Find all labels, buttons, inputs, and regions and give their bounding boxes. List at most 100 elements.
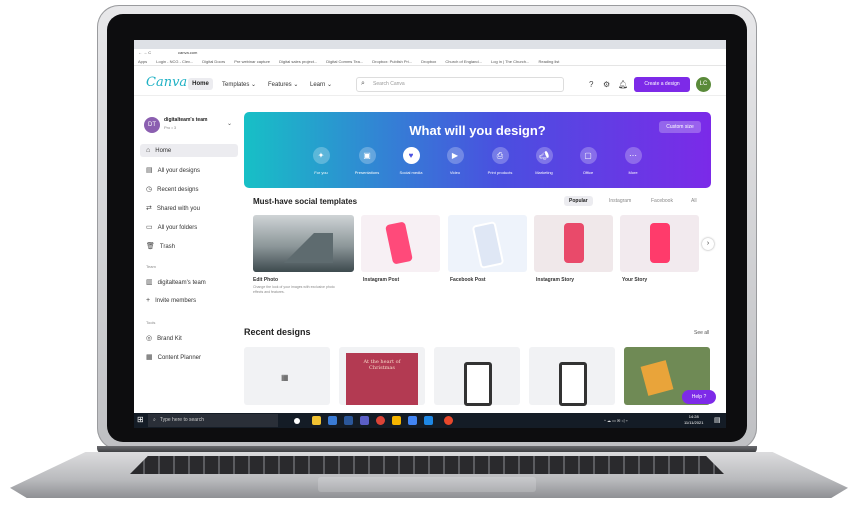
category-video[interactable]: ▶ Video <box>435 147 475 175</box>
filter-all[interactable]: All <box>686 196 702 206</box>
app-icon[interactable] <box>344 416 353 425</box>
sidebar-item-brandkit[interactable]: ◎ Brand Kit <box>146 334 182 342</box>
nav-arrows-icon[interactable]: ← → C <box>138 50 151 55</box>
category-presentations[interactable]: ▣ Presentations <box>347 147 387 175</box>
more-icon: ⋯ <box>624 147 642 164</box>
learn-nav[interactable]: Learn ⌄ <box>310 81 332 88</box>
card-description: Change the look of your images with excl… <box>253 285 335 294</box>
template-card-edit-photo[interactable] <box>253 215 354 272</box>
app-icon[interactable] <box>328 416 337 425</box>
template-card-facebook-post[interactable] <box>448 215 527 272</box>
team-avatar[interactable]: DT <box>144 117 160 133</box>
sidebar-item-planner[interactable]: ▦ Content Planner <box>146 353 201 361</box>
see-all-link[interactable]: See all <box>694 330 709 336</box>
phone-image <box>471 220 505 270</box>
sidebar-item-folders[interactable]: ▭ All your folders <box>146 223 197 231</box>
filter-facebook[interactable]: Facebook <box>646 196 678 206</box>
taskbar-clock[interactable]: 14:28 11/11/2021 <box>684 414 703 426</box>
chevron-right-icon[interactable]: › <box>702 238 714 250</box>
gear-icon[interactable]: ⚙ <box>603 80 610 89</box>
url-text[interactable]: canva.com <box>178 50 197 55</box>
recent-design-card[interactable] <box>529 347 615 406</box>
app-icon[interactable] <box>360 416 369 425</box>
cortana-icon[interactable] <box>294 418 300 424</box>
file-explorer-icon[interactable] <box>312 416 321 425</box>
laptop-keyboard <box>130 456 724 474</box>
sidebar-item-home[interactable]: ⌂ Home <box>146 147 171 154</box>
shared-icon: ⇄ <box>146 205 152 212</box>
sidebar-item-designs[interactable]: ▤ All your designs <box>146 166 200 174</box>
sidebar-item-recent[interactable]: ◷ Recent designs <box>146 185 198 193</box>
home-nav-button[interactable]: Home <box>188 78 213 90</box>
category-for-you[interactable]: ✦ For you <box>301 147 341 175</box>
bookmark[interactable]: Apps <box>138 58 147 66</box>
app-icon[interactable] <box>392 416 401 425</box>
canva-logo[interactable]: Canva <box>146 75 187 90</box>
browser-url-bar[interactable]: ← → C <box>134 49 726 58</box>
bookmark[interactable]: Digital sales project... <box>279 58 317 66</box>
sidebar-item-team[interactable]: ▥ digitalteam's team <box>146 278 206 286</box>
create-design-button[interactable]: Create a design <box>634 77 690 92</box>
filter-instagram[interactable]: Instagram <box>604 196 636 206</box>
plus-icon: + <box>146 297 151 304</box>
app-icon[interactable] <box>408 416 417 425</box>
template-card-instagram-story[interactable] <box>534 215 613 272</box>
presentation-icon: ▣ <box>358 147 376 164</box>
sidebar-item-shared[interactable]: ⇄ Shared with you <box>146 204 200 212</box>
grid-icon: ▦ <box>281 373 289 382</box>
chrome-icon[interactable] <box>376 416 385 425</box>
sidebar-item-invite[interactable]: + Invite members <box>146 297 196 304</box>
category-social-media[interactable]: ♥ Social media <box>391 147 431 175</box>
print-icon: ⎙ <box>491 147 509 164</box>
phone-thumbnail <box>464 362 492 406</box>
notification-icon[interactable]: ▤ <box>714 416 721 424</box>
help-button[interactable]: Help ? <box>682 390 716 404</box>
screen: ← → C canva.com Apps Login - NCG - Clev.… <box>134 40 726 428</box>
bookmarks-bar: Apps Login - NCG - Clev... Digital Doors… <box>134 58 726 66</box>
bookmark[interactable]: Dropbox: Publish Pri... <box>372 58 412 66</box>
template-card-your-story[interactable] <box>620 215 699 272</box>
sidebar-item-trash[interactable]: 🗑︎ Trash <box>146 242 175 250</box>
browser-tab-bar <box>134 40 726 49</box>
help-icon[interactable]: ? <box>589 80 593 89</box>
laptop-trackpad <box>318 477 536 492</box>
features-nav[interactable]: Features ⌄ <box>268 81 298 88</box>
card-title: Your Story <box>622 277 648 283</box>
bookmark[interactable]: Dropbox <box>421 58 436 66</box>
category-office[interactable]: ▢ Office <box>568 147 608 175</box>
bookmark[interactable]: Reading list <box>538 58 559 66</box>
team-name[interactable]: digitalteam's team <box>164 117 207 123</box>
search-icon: ⌕ <box>361 80 365 87</box>
app-icon[interactable] <box>424 416 433 425</box>
bookmark[interactable]: Church of England... <box>445 58 481 66</box>
designs-icon: ▤ <box>146 167 153 174</box>
phone-image <box>650 223 670 263</box>
bookmark[interactable]: Pre webinar capture <box>234 58 270 66</box>
recent-design-card[interactable]: ▦ <box>244 347 330 405</box>
recent-design-card[interactable]: At the heart of Christmas <box>339 347 425 405</box>
bookmark[interactable]: Log in | The Church... <box>491 58 529 66</box>
card-title: Instagram Story <box>536 277 575 283</box>
taskbar-search[interactable]: ⌕ Type here to search <box>148 414 278 427</box>
bookmark[interactable]: Digital Doors <box>202 58 225 66</box>
category-more[interactable]: ⋯ More <box>613 147 653 175</box>
hero-title: What will you design? <box>409 123 546 138</box>
category-print[interactable]: ⎙ Print products <box>480 147 520 175</box>
templates-nav[interactable]: Templates ⌄ <box>222 81 256 88</box>
windows-start-icon[interactable]: ⊞ <box>137 415 144 424</box>
bell-icon[interactable]: 🔔︎ <box>618 80 628 89</box>
system-tray-icons[interactable]: ^ ☁ ▭ ✉ ◁ ⌁ <box>604 418 628 423</box>
custom-size-button[interactable]: Custom size <box>659 121 701 133</box>
template-card-instagram-post[interactable] <box>361 215 440 272</box>
category-marketing[interactable]: 📣︎ Marketing <box>524 147 564 175</box>
app-icon[interactable] <box>444 416 453 425</box>
recent-design-card[interactable] <box>434 347 520 406</box>
calendar-icon: ▦ <box>146 354 153 361</box>
chevron-down-icon[interactable]: ⌄ <box>227 120 232 127</box>
bookmark[interactable]: Login - NCG - Clev... <box>156 58 193 66</box>
search-placeholder: Search Canva <box>373 81 405 87</box>
bookmark[interactable]: Digital Comms Tea... <box>326 58 363 66</box>
section-title-social: Must-have social templates <box>253 197 358 206</box>
avatar[interactable]: LC <box>696 77 711 92</box>
filter-popular[interactable]: Popular <box>564 196 593 206</box>
